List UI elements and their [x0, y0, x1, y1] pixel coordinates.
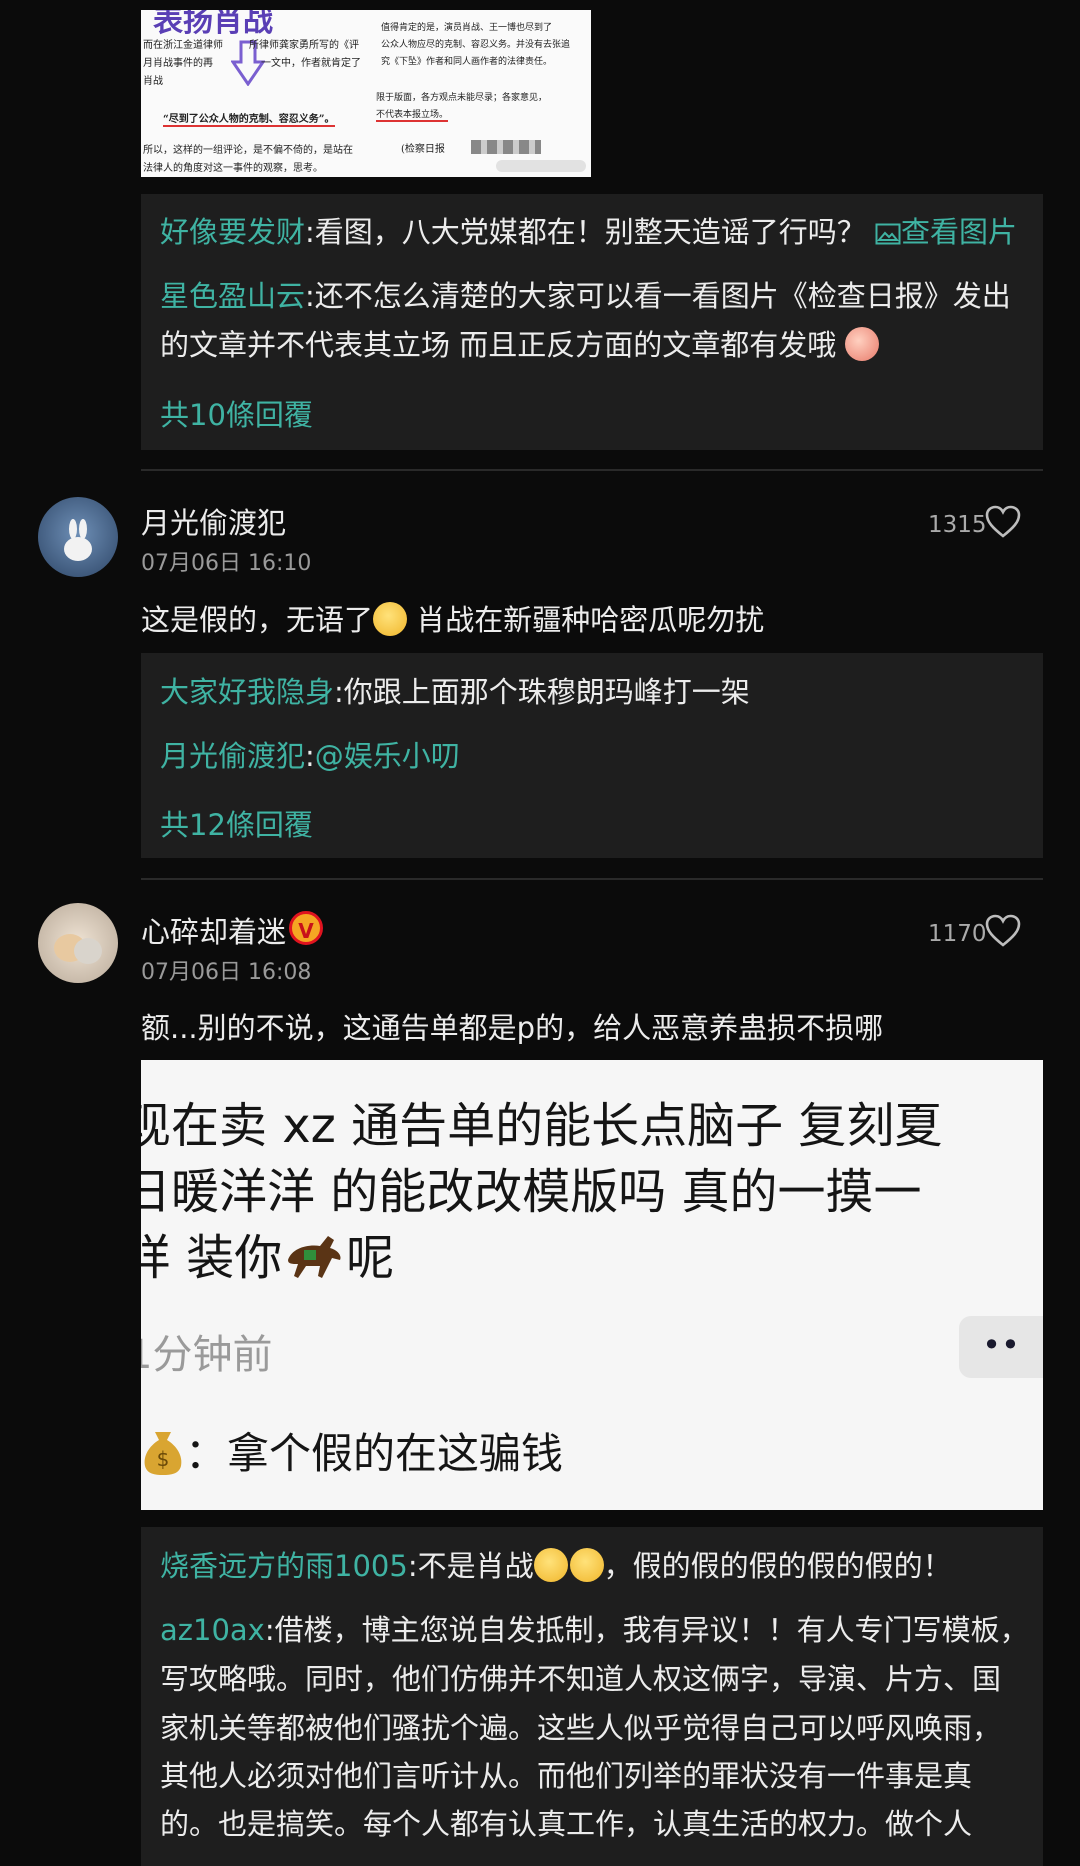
cat-avatar-image — [54, 934, 102, 964]
comment-timestamp: 07月06日 16:10 — [141, 551, 312, 576]
like-button[interactable] — [985, 914, 1021, 952]
smirk-emoji — [533, 1548, 568, 1582]
comment-text-part: 这是假的，无语了 — [141, 603, 374, 637]
reply-username[interactable]: 星色盈山云 — [160, 279, 305, 313]
watermark — [496, 160, 586, 172]
reply-text-line: 写攻略哦。同时，他们仿佛并不知道人权这俩字，导演、片方、国 — [160, 1662, 1002, 1696]
news-text: 月肖战事件的再 — [143, 58, 213, 69]
blurred-text — [471, 140, 541, 154]
horse-emoji — [288, 1236, 341, 1278]
news-text: 所以，这样的一组评论，是不偏不倚的，是站在 — [143, 145, 353, 156]
money-bag-emoji: $ — [144, 1432, 182, 1475]
image-timestamp: 1分钟前 — [141, 1332, 273, 1378]
comment-text: 额...别的不说，这通告单都是p的，给人恶意养蛊损不损哪 — [141, 1011, 884, 1045]
image-text-line: 样 装你 呢 — [141, 1218, 394, 1288]
verified-icon: V — [289, 911, 323, 945]
news-text: 究《下坠》作者和同人画作者的法律责任。 — [381, 57, 553, 67]
news-screenshot-image[interactable]: 表扬肖战 而在浙江金道律师 所律师龚家勇所写的《评 月肖战事件的再 一文中，作者… — [141, 10, 591, 177]
heart-icon — [985, 914, 1021, 947]
rabbit-avatar-image — [64, 519, 92, 561]
reply-text-line: 其他人必须对他们言听计从。而他们列举的罪状没有一件事是真 — [160, 1759, 973, 1793]
news-text: 不代表本报立场。 — [376, 107, 449, 122]
like-count: 1170 — [928, 921, 987, 947]
reply-item[interactable]: 烧香远方的雨1005:不是肖战 ，假的假的假的假的假的！ — [160, 1542, 952, 1591]
news-text: 值得肯定的是，演员肖战、王一博也尽到了 — [381, 23, 553, 33]
reply-text-part: :不是肖战 — [407, 1549, 534, 1583]
view-image-label: 查看图片 — [901, 215, 1018, 249]
reply-text: :你跟上面那个珠穆朗玛峰打一架 — [334, 675, 750, 709]
reply-item[interactable]: 星色盈山云:还不怎么清楚的大家可以看一看图片《检查日报》发出 — [160, 272, 1030, 321]
image-text-line: 现在卖 xz 通告单的能长点脑子 复刻夏 — [141, 1098, 943, 1154]
reply-item[interactable]: 大家好我隐身:你跟上面那个珠穆朗玛峰打一架 — [160, 668, 750, 717]
reply-username[interactable]: 好像要发财 — [160, 215, 305, 249]
avatar[interactable] — [38, 497, 118, 577]
laugh-cry-emoji — [373, 602, 408, 636]
news-source: (检察日报 — [401, 144, 445, 155]
reply-username[interactable]: az10ax — [160, 1613, 265, 1647]
reply-text-line: 的。也是搞笑。每个人都有认真工作，认真生活的权力。做个人 — [160, 1807, 973, 1841]
comment-text: 这是假的，无语了 肖战在新疆种哈密瓜呢勿扰 — [141, 597, 764, 639]
news-quote: “尽到了公众人物的克制、容忍义务”。 — [163, 110, 335, 127]
avatar[interactable] — [38, 903, 118, 983]
divider — [141, 469, 1043, 471]
heart-icon — [985, 505, 1021, 538]
news-text: 限于版面，各方观点未能尽录；各家意见， — [376, 93, 548, 103]
reply-text-line: 家机关等都被他们骚扰个遍。这些人似乎觉得自己可以呼风唤雨， — [160, 1711, 1002, 1745]
reply-item[interactable]: 好像要发财:看图，八大党媒都在！别整天造谣了行吗？ 查看图片 — [160, 208, 1030, 257]
news-text: 所律师龚家勇所写的《评 — [249, 40, 359, 51]
view-image-link[interactable]: 查看图片 — [875, 215, 1017, 249]
divider — [141, 878, 1043, 880]
image-icon — [875, 223, 901, 245]
like-button[interactable] — [985, 505, 1021, 543]
svg-text:$: $ — [157, 1447, 170, 1471]
comment-timestamp: 07月06日 16:08 — [141, 960, 312, 985]
comment-text-part: 肖战在新疆种哈密瓜呢勿扰 — [407, 603, 765, 637]
more-dots: •• — [982, 1326, 1020, 1364]
view-replies-button[interactable]: 共12條回覆 — [160, 802, 313, 844]
reply-username[interactable]: 烧香远方的雨1005 — [160, 1549, 408, 1583]
like-count: 1315 — [928, 512, 987, 538]
news-text: 法律人的角度对这一事件的观察，思考。 — [143, 163, 323, 174]
news-text: 公众人物应尽的克制、容忍义务。并没有去张追 — [381, 40, 571, 50]
mention-link[interactable]: @娱乐小叨 — [315, 739, 460, 773]
reply-text: :看图，八大党媒都在！别整天造谣了行吗？ — [305, 215, 866, 249]
reply-text: :借楼，博主您说自发抵制，我有异议！！有人专门写模板， — [264, 1613, 1029, 1647]
image-text-part: 样 装你 — [141, 1230, 283, 1286]
verified-badge-text: V — [298, 919, 314, 943]
image-text-part: 呢 — [346, 1230, 395, 1286]
reply-item[interactable]: 月光偷渡犯:@娱乐小叨 — [160, 732, 460, 781]
image-reply-line: $ ：拿个假的在这骗钱 — [141, 1420, 563, 1481]
reply-text: :还不怎么清楚的大家可以看一看图片《检查日报》发出 — [305, 279, 1011, 313]
smirk-emoji — [569, 1548, 604, 1582]
reply-username[interactable]: 月光偷渡犯 — [160, 739, 305, 773]
comment-username[interactable]: 心碎却着迷 — [141, 909, 286, 951]
more-options-button: •• — [959, 1316, 1043, 1378]
reply-item[interactable]: az10ax:借楼，博主您说自发抵制，我有异议！！有人专门写模板， — [160, 1606, 1029, 1655]
image-text-line: 日暖洋洋 的能改改模版吗 真的一摸一 — [141, 1164, 922, 1220]
doge-emoji — [845, 327, 880, 361]
reply-text: 的文章并不代表其立场 而且正反方面的文章都有发哦 — [160, 328, 837, 362]
reply-text: : — [305, 739, 315, 773]
news-text: 肖战 — [143, 76, 163, 87]
image-reply-text: ：拿个假的在这骗钱 — [185, 1429, 564, 1478]
news-text: 一文中，作者就肯定了 — [261, 58, 361, 69]
reply-username[interactable]: 大家好我隐身 — [160, 675, 334, 709]
comment-username[interactable]: 月光偷渡犯 — [141, 500, 286, 542]
view-replies-button[interactable]: 共10條回覆 — [160, 392, 313, 434]
reply-text-part: ，假的假的假的假的假的！ — [603, 1549, 952, 1583]
reply-item-continued: 的文章并不代表其立场 而且正反方面的文章都有发哦 — [160, 321, 1030, 370]
comment-image[interactable]: 现在卖 xz 通告单的能长点脑子 复刻夏 日暖洋洋 的能改改模版吗 真的一摸一 … — [141, 1060, 1043, 1510]
news-text: 而在浙江金道律师 — [143, 40, 223, 51]
